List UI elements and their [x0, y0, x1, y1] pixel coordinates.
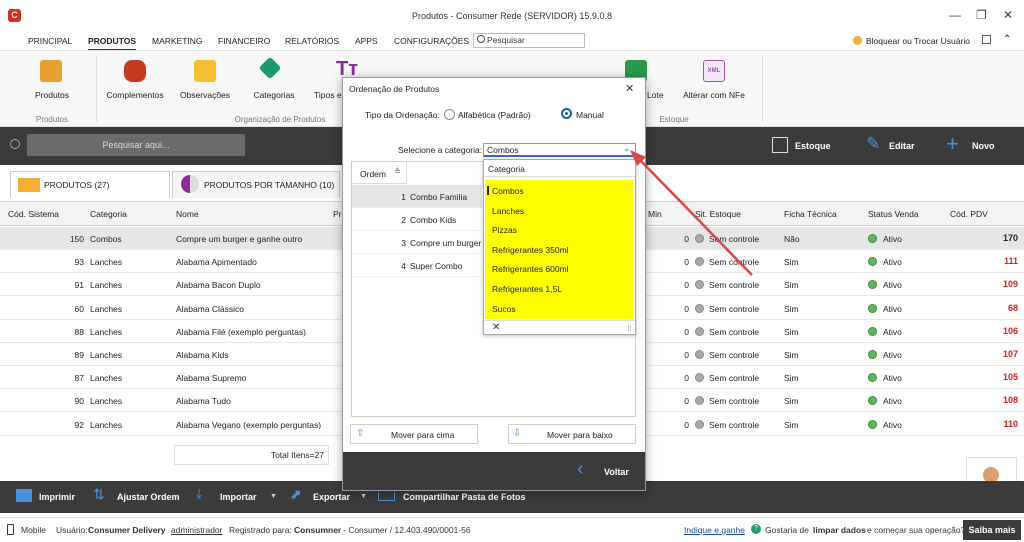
- arrow-line: [639, 159, 753, 276]
- annotation-arrow: [630, 150, 753, 276]
